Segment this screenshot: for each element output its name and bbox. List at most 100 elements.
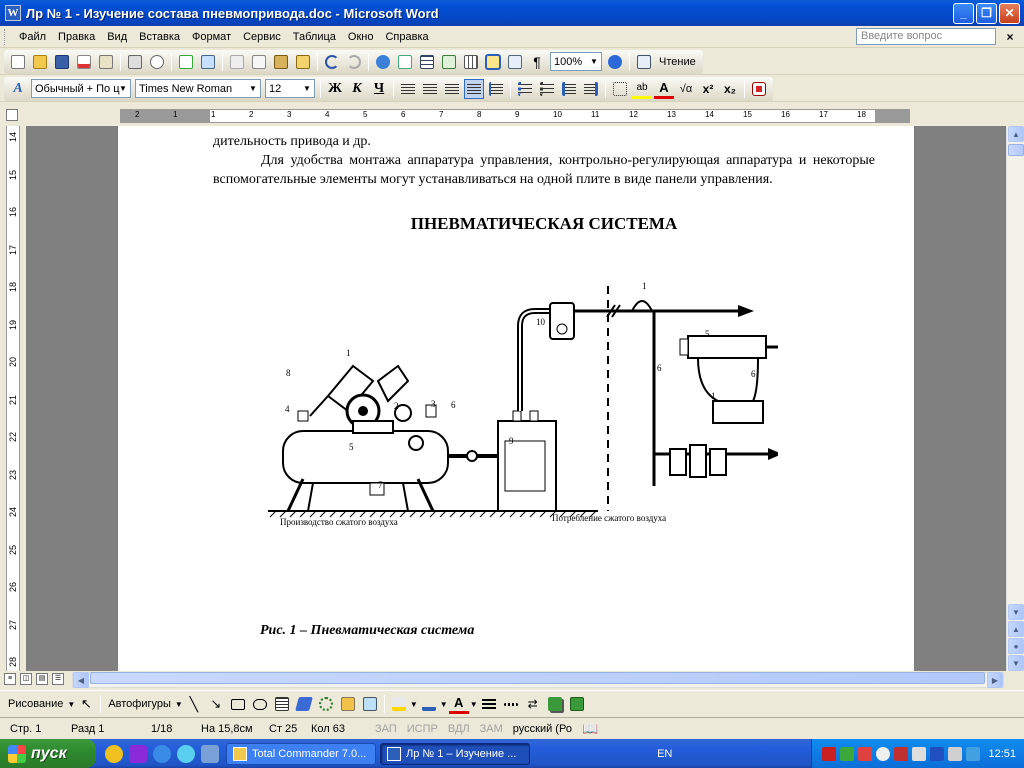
clock[interactable]: 12:51 [988, 748, 1016, 760]
line-color-icon[interactable] [419, 694, 439, 714]
web-layout-button[interactable]: ◫ [20, 673, 32, 685]
increase-indent-icon[interactable] [581, 79, 601, 99]
print-layout-button[interactable]: ▤ [36, 673, 48, 685]
menu-tools[interactable]: Сервис [237, 31, 287, 43]
vertical-ruler-strip[interactable]: 14 15 16 17 18 19 20 21 22 23 24 25 26 27 28 [6, 126, 20, 671]
tray-app-icon[interactable] [840, 746, 855, 761]
menu-help[interactable]: Справка [379, 31, 434, 43]
maximize-button[interactable]: ❐ [976, 2, 997, 24]
subscript-button[interactable]: x₂ [720, 79, 740, 99]
insert-table-icon[interactable] [417, 52, 437, 72]
justify-icon[interactable] [464, 78, 484, 99]
tray-app-icon[interactable] [912, 746, 927, 761]
textbox-icon[interactable] [272, 694, 292, 714]
rectangle-icon[interactable] [228, 694, 248, 714]
network-icon[interactable] [930, 746, 945, 761]
numbering-icon[interactable] [515, 79, 535, 99]
taskbar-total-commander[interactable]: Total Commander 7.0... [226, 742, 376, 765]
decrease-indent-icon[interactable] [559, 79, 579, 99]
save-icon[interactable] [52, 52, 72, 72]
research-icon[interactable] [198, 52, 218, 72]
insert-excel-icon[interactable] [439, 52, 459, 72]
ask-question-input[interactable]: Введите вопрос [856, 28, 996, 45]
status-ovr[interactable]: ЗАМ [475, 723, 508, 735]
align-center-icon[interactable] [420, 79, 440, 99]
zoom-select[interactable]: 100% ▼ [550, 52, 602, 71]
line-icon[interactable]: ╲ [184, 694, 204, 714]
menu-view[interactable]: Вид [101, 31, 133, 43]
menu-grip[interactable] [4, 28, 7, 45]
font-color-icon[interactable]: A [654, 79, 674, 99]
help-icon[interactable] [605, 52, 625, 72]
read-mode-button[interactable]: Чтение [655, 56, 700, 68]
redo-icon[interactable] [344, 52, 364, 72]
3d-style-icon[interactable] [567, 694, 587, 714]
copy-icon[interactable] [249, 52, 269, 72]
styles-pane-icon[interactable]: A [8, 79, 28, 99]
word-app-icon[interactable]: W [5, 5, 21, 21]
print-icon[interactable] [125, 52, 145, 72]
record-macro-icon[interactable] [749, 79, 769, 99]
scroll-down-button[interactable]: ▼ [1008, 604, 1024, 620]
print-preview-icon[interactable] [147, 52, 167, 72]
scroll-thumb[interactable] [1008, 144, 1024, 156]
next-page-button[interactable]: ▼ [1008, 655, 1024, 671]
font-size-select[interactable]: 12 ▼ [265, 79, 315, 98]
minimize-button[interactable]: _ [953, 2, 974, 24]
cut-icon[interactable] [227, 52, 247, 72]
hyperlink-icon[interactable] [373, 52, 393, 72]
outline-view-button[interactable]: ☰ [52, 673, 64, 685]
previous-page-button[interactable]: ▲ [1008, 621, 1024, 637]
clipart-icon[interactable] [338, 694, 358, 714]
spelling-icon[interactable] [176, 52, 196, 72]
font-select[interactable]: Times New Roman ▼ [135, 79, 261, 98]
tray-app-icon[interactable] [858, 746, 873, 761]
horizontal-scrollbar[interactable]: ◀ ▶ [72, 672, 1004, 688]
style-select[interactable]: Обычный + По ц ▼ [31, 79, 131, 98]
superscript-button[interactable]: x² [698, 79, 718, 99]
borders-icon[interactable] [610, 79, 630, 99]
arrow-icon[interactable]: ↘ [206, 694, 226, 714]
bullets-icon[interactable] [537, 79, 557, 99]
drawing-icon[interactable] [483, 52, 503, 72]
tables-borders-icon[interactable] [395, 52, 415, 72]
start-button[interactable]: пуск [0, 739, 96, 768]
fill-color-icon[interactable] [389, 694, 409, 714]
browse-object-button[interactable]: ● [1008, 638, 1024, 654]
format-painter-icon[interactable] [293, 52, 313, 72]
save-quicklaunch-icon[interactable] [129, 744, 147, 763]
volume-icon[interactable] [948, 746, 963, 761]
autoshapes-button[interactable]: Автофигуры [104, 698, 175, 710]
align-right-icon[interactable] [442, 79, 462, 99]
menu-window[interactable]: Окно [342, 31, 380, 43]
arrow-style-icon[interactable]: ⇄ [523, 694, 543, 714]
horizontal-scroll-thumb[interactable] [90, 672, 985, 684]
tray-app-icon[interactable] [894, 746, 909, 761]
picture-icon[interactable] [360, 694, 380, 714]
drawing-font-color-icon[interactable]: A [448, 694, 469, 714]
menu-format[interactable]: Формат [186, 31, 237, 43]
player-icon[interactable] [177, 744, 195, 763]
underline-button[interactable]: Ч [369, 79, 389, 99]
close-button[interactable]: ✕ [999, 2, 1020, 24]
vertical-scrollbar[interactable]: ▲ ▼ ▲ ● ▼ [1006, 126, 1024, 671]
tray-app-icon[interactable] [822, 746, 837, 761]
document-page[interactable]: дительность привода и др. Для удобства м… [118, 126, 914, 671]
shadow-style-icon[interactable] [545, 694, 565, 714]
diagram-icon[interactable] [316, 694, 336, 714]
scroll-left-button[interactable]: ◀ [73, 672, 89, 688]
align-left-icon[interactable] [398, 79, 418, 99]
show-hide-icon[interactable]: ¶ [527, 52, 547, 72]
email-icon[interactable] [96, 52, 116, 72]
permission-icon[interactable] [74, 52, 94, 72]
horizontal-ruler[interactable]: 2 1 1 2 3 4 5 6 7 8 9 10 11 12 13 14 15 16 17 18 [120, 109, 910, 123]
tab-selector[interactable] [6, 109, 18, 121]
normal-view-button[interactable]: ≡ [4, 673, 16, 685]
draw-menu-button[interactable]: Рисование [4, 698, 67, 710]
menu-edit[interactable]: Правка [52, 31, 101, 43]
scroll-right-button[interactable]: ▶ [987, 672, 1003, 688]
wordart-icon[interactable] [294, 694, 314, 714]
line-spacing-icon[interactable] [486, 79, 506, 99]
tray-app-icon[interactable] [876, 746, 891, 761]
menu-insert[interactable]: Вставка [133, 31, 186, 43]
